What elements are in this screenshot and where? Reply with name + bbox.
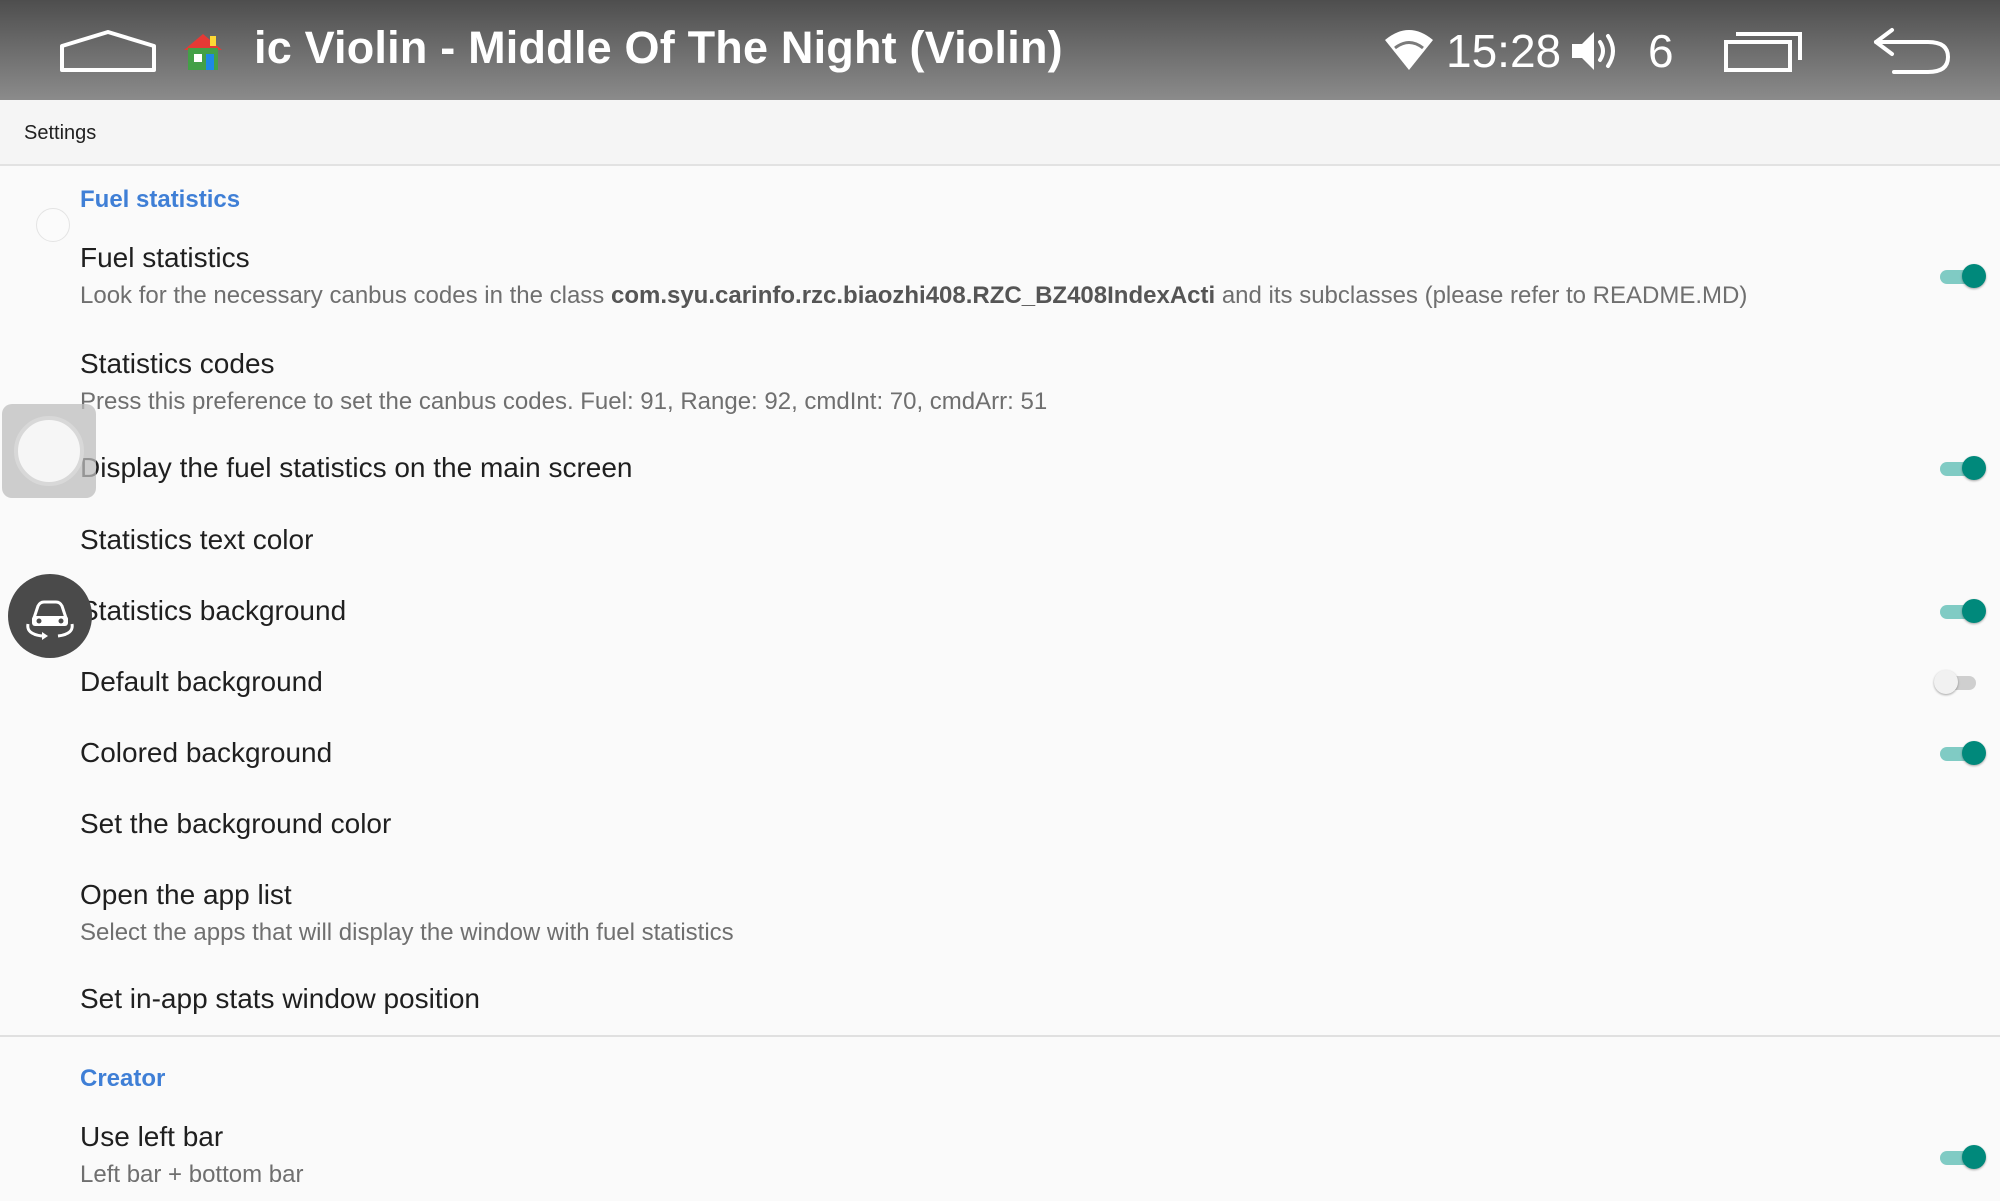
category-divider bbox=[0, 1035, 2000, 1037]
pref-title: Statistics text color bbox=[80, 524, 314, 555]
car-rotate-icon bbox=[26, 600, 74, 640]
back-icon[interactable] bbox=[1870, 22, 1952, 76]
category-fuel-statistics: Fuel statistics bbox=[80, 186, 241, 213]
display-main-switch[interactable] bbox=[1936, 456, 1986, 480]
assistive-touch-icon bbox=[14, 416, 84, 486]
pref-title: Fuel statistics bbox=[80, 242, 250, 273]
clock: 15:28 bbox=[1446, 25, 1562, 77]
pref-statistics-background[interactable]: Statistics background bbox=[0, 595, 2000, 655]
left-bar-switch[interactable] bbox=[1936, 1145, 1986, 1169]
preference-list: Fuel statistics Fuel statistics Look for… bbox=[0, 166, 2000, 1200]
home-icon[interactable] bbox=[58, 28, 158, 74]
now-playing-title: ic Violin - Middle Of The Night (Violin) bbox=[254, 22, 1063, 73]
pref-title: Statistics codes bbox=[80, 348, 275, 379]
pref-title: Statistics background bbox=[80, 595, 347, 626]
status-bar: ic Violin - Middle Of The Night (Violin)… bbox=[0, 0, 2000, 100]
statistics-background-switch[interactable] bbox=[1936, 599, 1986, 623]
fuel-statistics-switch[interactable] bbox=[1936, 264, 1986, 288]
toolbar-title: Settings bbox=[24, 122, 97, 144]
pref-title: Set the background color bbox=[80, 808, 392, 839]
pref-summary: Left bar + bottom bar bbox=[80, 1161, 304, 1188]
pref-title: Colored background bbox=[80, 737, 333, 768]
pref-background-color[interactable]: Set the background color bbox=[0, 808, 2000, 868]
pref-fuel-statistics[interactable]: Fuel statistics Look for the necessary c… bbox=[0, 242, 2000, 342]
category-creator: Creator bbox=[80, 1065, 166, 1092]
default-background-switch[interactable] bbox=[1934, 670, 1980, 694]
pref-colored-background[interactable]: Colored background bbox=[0, 737, 2000, 797]
toolbar: Settings bbox=[0, 100, 2000, 166]
pref-summary: Select the apps that will display the wi… bbox=[80, 919, 734, 946]
pref-default-background[interactable]: Default background bbox=[0, 666, 2000, 726]
class-name: com.syu.carinfo.rzc.biaozhi408.RZC_BZ408… bbox=[610, 282, 1216, 309]
pref-title: Set in-app stats window position bbox=[80, 983, 480, 1014]
pref-open-app-list[interactable]: Open the app list Select the apps that w… bbox=[0, 879, 2000, 979]
colored-background-switch[interactable] bbox=[1936, 741, 1986, 765]
pref-title: Open the app list bbox=[80, 879, 292, 910]
volume-level: 6 bbox=[1648, 25, 1674, 77]
pref-title: Use left bar bbox=[80, 1121, 224, 1152]
pref-display-main-screen[interactable]: Display the fuel statistics on the main … bbox=[0, 452, 2000, 512]
wifi-icon bbox=[1385, 30, 1433, 70]
car-info-float-button[interactable] bbox=[8, 574, 92, 658]
pref-summary: Press this preference to set the canbus … bbox=[80, 388, 1048, 415]
pref-statistics-codes[interactable]: Statistics codes Press this preference t… bbox=[0, 348, 2000, 448]
assistive-touch-button[interactable] bbox=[2, 404, 96, 498]
volume-icon[interactable] bbox=[1570, 28, 1622, 74]
pref-statistics-text-color[interactable]: Statistics text color bbox=[0, 524, 2000, 584]
pref-title: Display the fuel statistics on the main … bbox=[80, 452, 633, 483]
pref-title: Default background bbox=[80, 666, 323, 697]
pref-window-position[interactable]: Set in-app stats window position bbox=[0, 983, 2000, 1043]
pref-use-left-bar[interactable]: Use left bar Left bar + bottom bar bbox=[0, 1121, 2000, 1201]
pref-summary: Look for the necessary canbus codes in t… bbox=[80, 282, 1748, 309]
app-icon bbox=[184, 34, 222, 70]
recent-apps-icon[interactable] bbox=[1722, 28, 1804, 74]
